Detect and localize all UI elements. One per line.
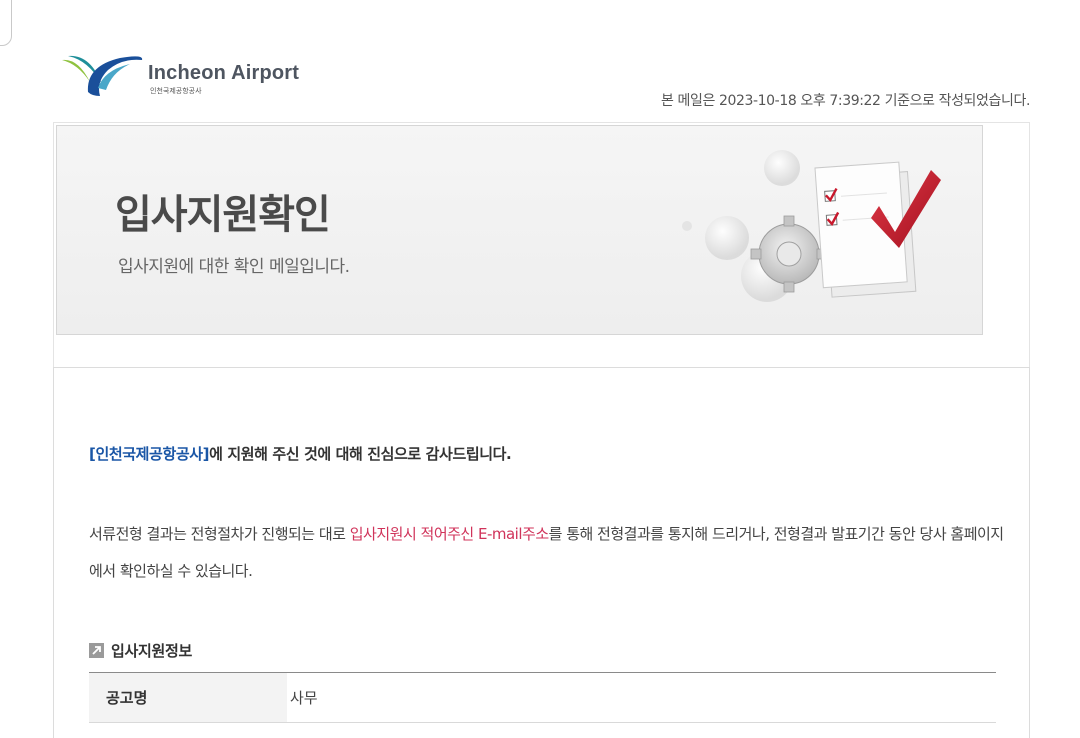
row-label: 공고명 [89, 672, 287, 723]
banner: 입사지원확인 입사지원에 대한 확인 메일입니다. [56, 125, 983, 335]
logo-mark-icon [62, 55, 143, 96]
org-name: [인천국제공항공사] [89, 445, 210, 463]
result-notice: 서류전형 결과는 전형절차가 진행되는 대로 입사지원시 적어주신 E-mail… [89, 516, 1009, 590]
mail-date-notice: 본 메일은 2023-10-18 오후 7:39:22 기준으로 작성되었습니다… [660, 93, 1030, 109]
thanks-text: 에 지원해 주신 것에 대해 진심으로 감사드립니다. [209, 445, 512, 463]
result-notice-text-1: 서류전형 결과는 전형절차가 진행되는 대로 [89, 525, 350, 543]
email-highlight: 입사지원시 적어주신 E-mail주소 [349, 525, 549, 543]
section-title-text: 입사지원정보 [111, 642, 193, 660]
message-body: [인천국제공항공사]에 지원해 주신 것에 대해 진심으로 감사드립니다. 서류… [53, 367, 1030, 738]
arrow-box-icon [89, 643, 104, 658]
header-frame: 입사지원확인 입사지원에 대한 확인 메일입니다. [53, 122, 1030, 368]
incheon-airport-logo: Incheon Airport 인천국제공항공사 [60, 52, 300, 104]
row-value: 사무 [287, 672, 996, 723]
checklist-illustration-icon [682, 150, 941, 302]
logo-name-ko: 인천국제공항공사 [150, 87, 202, 95]
section-title: 입사지원정보 [89, 640, 192, 661]
thanks-message: [인천국제공항공사]에 지원해 주신 것에 대해 진심으로 감사드립니다. [89, 443, 512, 464]
application-info-table: 공고명 사무 [89, 672, 996, 723]
window-corner [0, 0, 12, 46]
banner-subtitle: 입사지원에 대한 확인 메일입니다. [118, 257, 350, 277]
logo-name-en: Incheon Airport [148, 62, 300, 84]
table-row: 공고명 사무 [89, 672, 996, 723]
banner-title: 입사지원확인 [115, 192, 331, 238]
